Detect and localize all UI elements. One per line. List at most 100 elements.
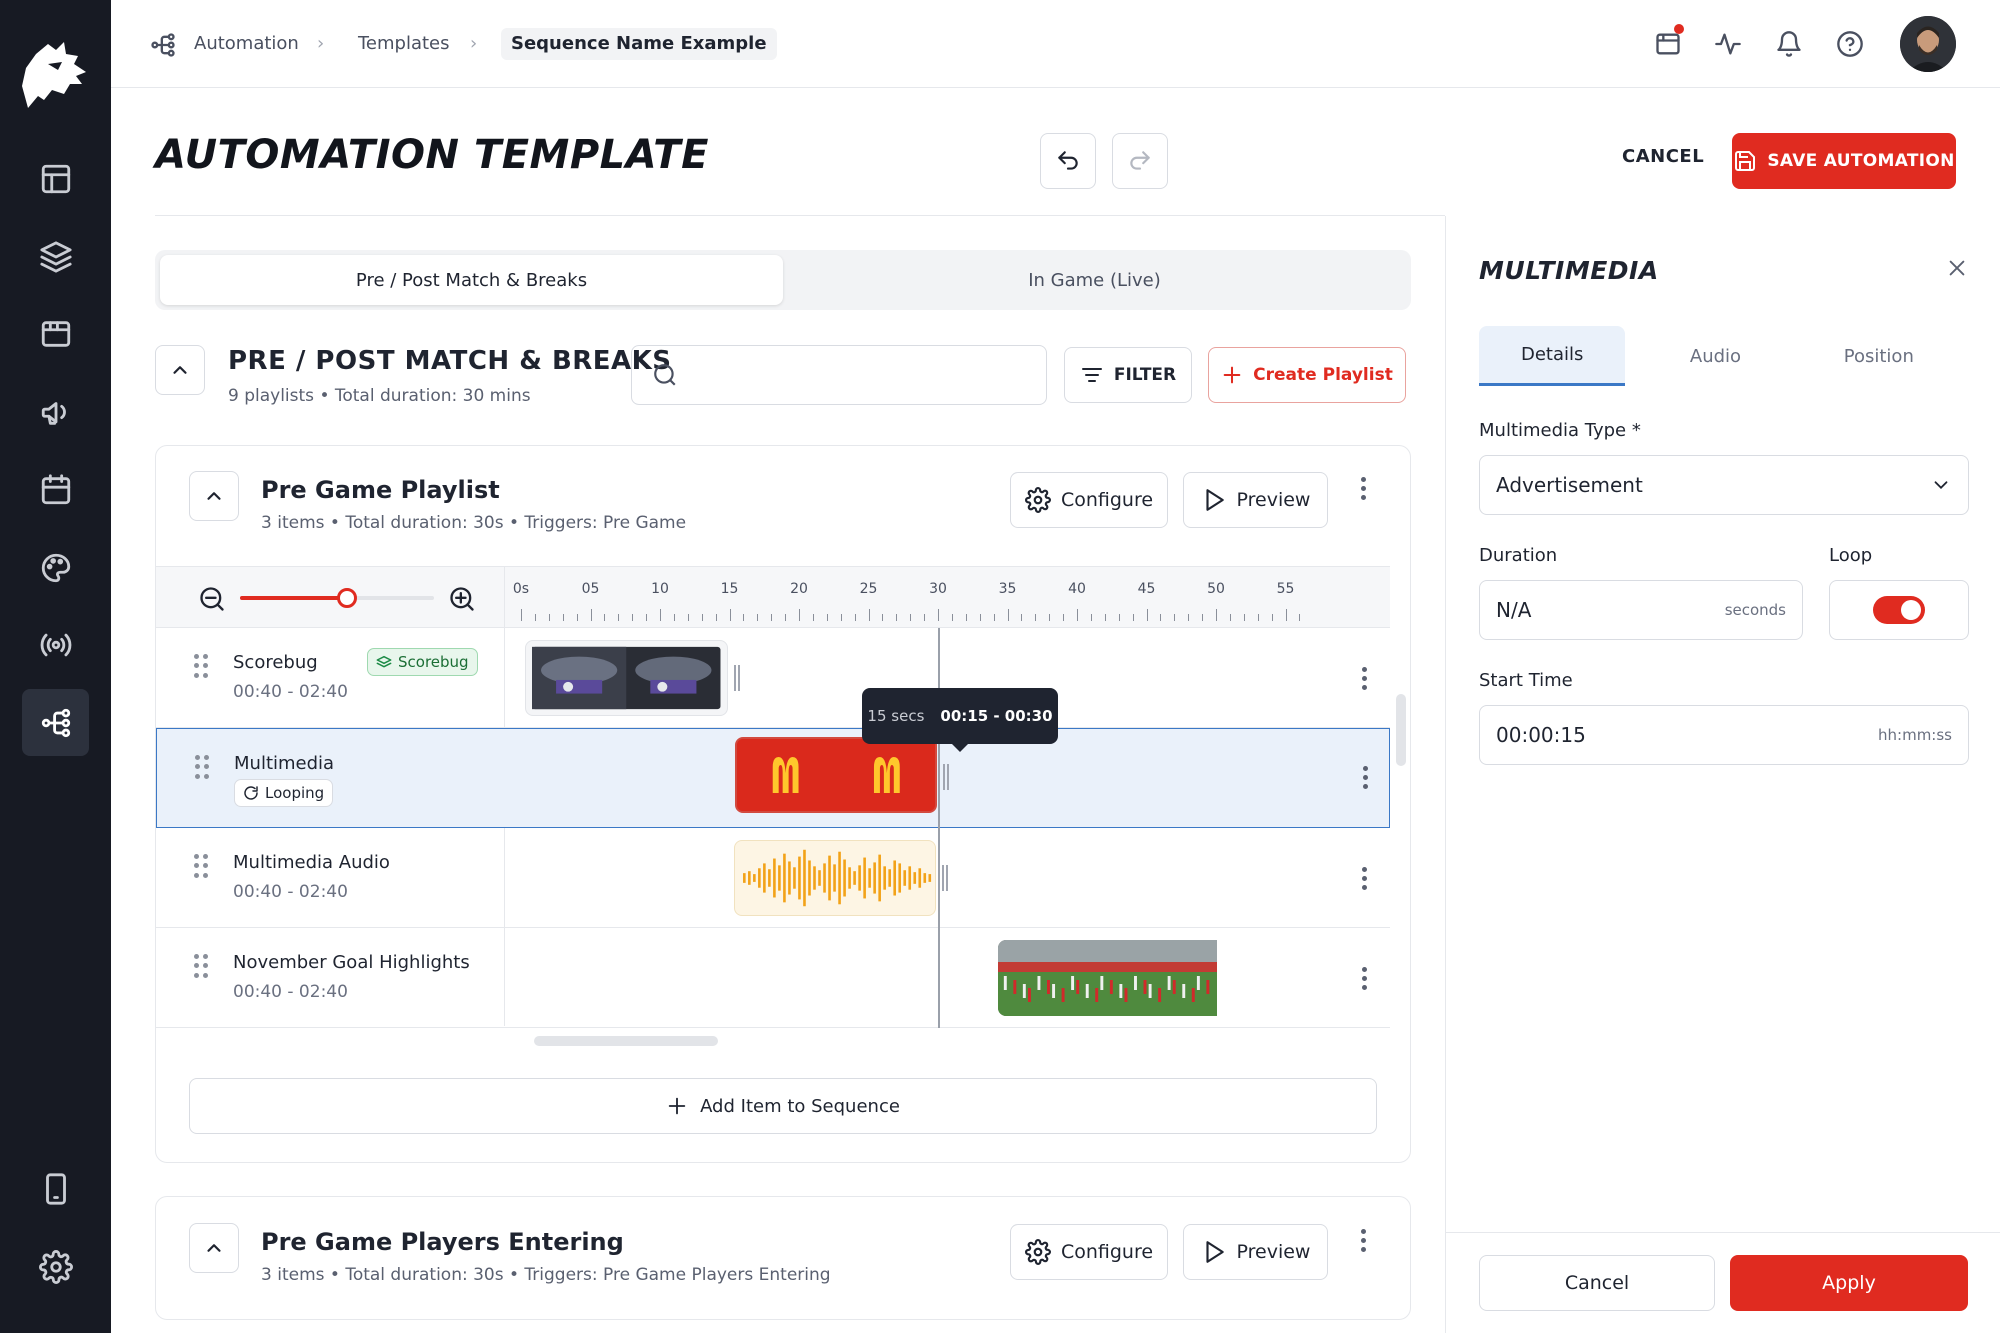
- drag-handle-icon[interactable]: [195, 755, 209, 779]
- sequence-row-selected[interactable]: Multimedia Looping: [156, 728, 1390, 828]
- configure-button[interactable]: Configure: [1010, 472, 1168, 528]
- create-playlist-button[interactable]: Create Playlist: [1208, 347, 1406, 403]
- time-tick: [646, 614, 648, 621]
- tab-position[interactable]: Position: [1806, 326, 1952, 386]
- clip-resize-handle[interactable]: [733, 665, 740, 691]
- preview-button[interactable]: Preview: [1183, 1224, 1328, 1280]
- nav-mobile-icon[interactable]: [22, 1155, 89, 1222]
- time-tick: [1090, 614, 1092, 621]
- brand-logo[interactable]: [18, 38, 92, 114]
- nav-megaphone-icon[interactable]: [22, 378, 89, 445]
- more-options-icon[interactable]: [1351, 1222, 1375, 1258]
- breadcrumb-templates[interactable]: Templates: [358, 28, 450, 60]
- vertical-scrollbar[interactable]: [1396, 694, 1406, 766]
- waveform-bar: [872, 862, 876, 894]
- plus-icon: [1223, 366, 1241, 384]
- nav-settings-icon[interactable]: [22, 1233, 89, 1300]
- clip-resize-handle[interactable]: [942, 865, 948, 891]
- loop-toggle[interactable]: [1873, 596, 1925, 624]
- user-avatar[interactable]: [1900, 16, 1956, 72]
- chevron-up-icon: [173, 366, 187, 374]
- drag-handle-icon[interactable]: [194, 854, 208, 878]
- undo-icon: [1058, 151, 1078, 170]
- nav-calendar-icon[interactable]: [22, 456, 89, 523]
- drag-handle-icon[interactable]: [194, 654, 208, 678]
- breadcrumb-automation[interactable]: Automation: [194, 28, 299, 60]
- search-box[interactable]: [631, 345, 1047, 405]
- apply-button[interactable]: Apply: [1730, 1255, 1968, 1311]
- play-icon: [1205, 489, 1224, 511]
- more-options-icon[interactable]: [1351, 470, 1375, 506]
- time-tick: [687, 614, 689, 621]
- sequence-timeline: 0s 05 10 15 20 25 30 35 40 45 50 55 Scorebug 00:40 …: [156, 566, 1406, 1046]
- multimedia-clip[interactable]: [734, 737, 937, 813]
- nav-layers-icon[interactable]: [22, 223, 89, 290]
- sequence-row[interactable]: Multimedia Audio 00:40 - 02:40: [156, 828, 1390, 928]
- help-icon[interactable]: [1830, 24, 1870, 64]
- sequence-row[interactable]: Scorebug 00:40 - 02:40 Scorebug: [156, 628, 1390, 728]
- panel-cancel-button[interactable]: Cancel: [1479, 1255, 1715, 1311]
- chevron-right-icon: ›: [317, 33, 325, 54]
- time-tick: [618, 614, 620, 621]
- time-tick: [785, 614, 787, 621]
- playlist-collapse-button[interactable]: [189, 1223, 239, 1273]
- drag-handle-icon[interactable]: [194, 954, 208, 978]
- row-more-icon[interactable]: [1353, 759, 1377, 795]
- time-tick-label: 50: [1207, 581, 1225, 597]
- waveform-bar: [787, 861, 791, 895]
- nav-palette-icon[interactable]: [22, 534, 89, 601]
- scorebug-badge: Scorebug: [367, 648, 478, 676]
- cancel-button[interactable]: CANCEL: [1622, 146, 1704, 167]
- multimedia-type-select[interactable]: Advertisement: [1479, 455, 1969, 515]
- tab-details[interactable]: Details: [1479, 326, 1626, 386]
- audio-clip[interactable]: [733, 840, 936, 916]
- duration-field[interactable]: N/A seconds: [1479, 580, 1803, 640]
- configure-button[interactable]: Configure: [1010, 1224, 1168, 1280]
- nav-layout-icon[interactable]: [22, 145, 89, 212]
- calendar-window-icon[interactable]: [1648, 24, 1688, 64]
- row-more-icon[interactable]: [1352, 660, 1376, 696]
- waveform-bar: [832, 864, 836, 892]
- undo-button[interactable]: [1040, 133, 1096, 189]
- clip-resize-handle[interactable]: [943, 764, 949, 790]
- time-tick: [1243, 614, 1245, 621]
- waveform-bar: [767, 869, 771, 887]
- player-figure: [1046, 980, 1050, 994]
- filter-button[interactable]: FILTER: [1064, 347, 1192, 403]
- close-icon[interactable]: [1937, 248, 1977, 288]
- scorebug-clip[interactable]: [525, 640, 728, 716]
- zoom-slider-handle[interactable]: [336, 588, 357, 608]
- player-figure: [1085, 984, 1089, 998]
- tab-in-game-live[interactable]: In Game (Live): [783, 255, 1406, 305]
- nav-broadcast-icon[interactable]: [22, 611, 89, 678]
- save-automation-button[interactable]: SAVE AUTOMATION: [1732, 133, 1956, 189]
- add-item-button[interactable]: Add Item to Sequence: [189, 1078, 1377, 1134]
- layers-icon: [376, 655, 392, 668]
- row-more-icon[interactable]: [1352, 860, 1376, 896]
- tooltip-range: 00:15 - 00:30: [940, 707, 1053, 725]
- search-input[interactable]: [690, 363, 1030, 387]
- redo-button[interactable]: [1112, 133, 1168, 189]
- zoom-out-icon[interactable]: [198, 585, 226, 613]
- time-ruler[interactable]: 0s 05 10 15 20 25 30 35 40 45 50 55: [513, 567, 1301, 629]
- waveform-bar: [862, 857, 866, 899]
- bell-icon[interactable]: [1769, 24, 1809, 64]
- plus-icon: [668, 1097, 686, 1115]
- zoom-in-icon[interactable]: [448, 585, 476, 613]
- preview-button[interactable]: Preview: [1183, 472, 1328, 528]
- horizontal-scrollbar[interactable]: [534, 1036, 718, 1046]
- playlist-collapse-button[interactable]: [189, 471, 239, 521]
- player-figure: [1051, 984, 1055, 998]
- playlist-title: Pre Game Playlist: [261, 476, 500, 504]
- sequence-row[interactable]: November Goal Highlights 00:40 - 02:40: [156, 928, 1390, 1028]
- start-time-field[interactable]: 00:00:15 hh:mm:ss: [1479, 705, 1969, 765]
- tab-pre-post-match[interactable]: Pre / Post Match & Breaks: [160, 255, 783, 305]
- highlights-clip[interactable]: [997, 940, 1217, 1016]
- nav-automation-icon[interactable]: [22, 689, 89, 756]
- section-collapse-button[interactable]: [155, 345, 205, 395]
- tab-audio[interactable]: Audio: [1642, 326, 1788, 386]
- activity-icon[interactable]: [1708, 24, 1748, 64]
- waveform-bar: [802, 849, 806, 907]
- nav-window-icon[interactable]: [22, 300, 89, 367]
- row-more-icon[interactable]: [1352, 960, 1376, 996]
